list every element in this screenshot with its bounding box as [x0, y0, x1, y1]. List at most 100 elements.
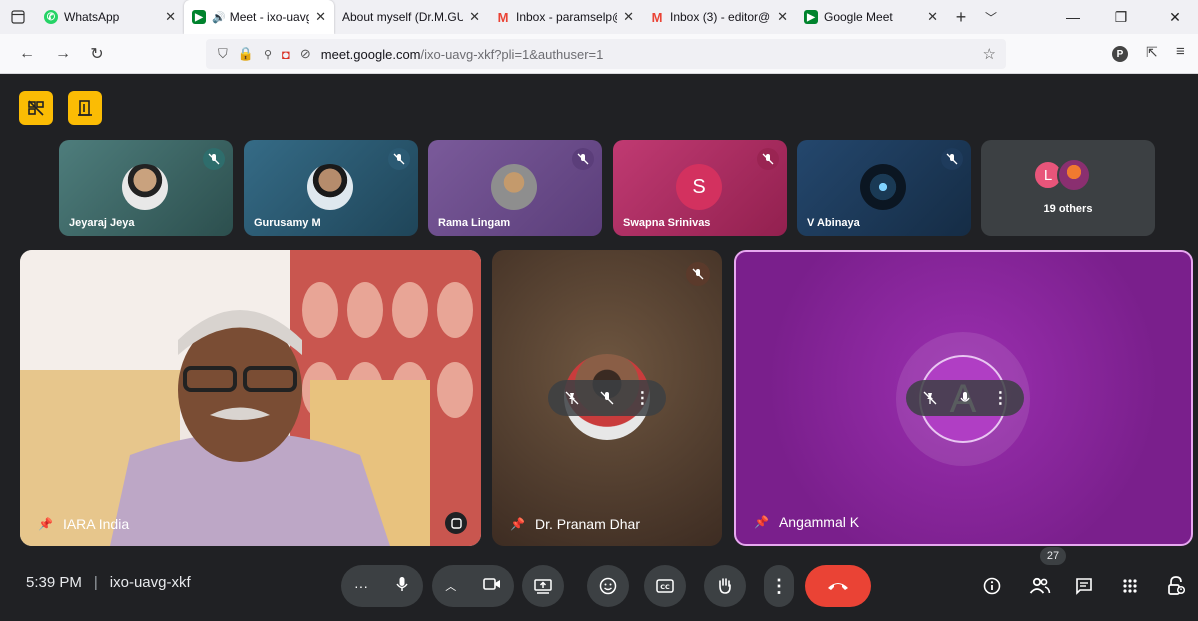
whatsapp-icon: ✆: [44, 10, 58, 24]
hand-icon: [719, 578, 731, 594]
gmail-icon: M: [651, 9, 663, 25]
address-bar[interactable]: ⛉ 🔒 ⚲ ◘ ⊘ meet.google.com/ixo-uavg-xkf?p…: [206, 39, 1006, 69]
pin-icon[interactable]: 📌: [754, 515, 769, 529]
info-icon: [983, 577, 1001, 595]
tab-whatsapp[interactable]: ✆ WhatsApp ✕: [36, 0, 184, 34]
lock-icon[interactable]: 🔒: [238, 46, 254, 62]
meeting-code: ixo-uavg-xkf: [109, 574, 191, 591]
host-controls-button[interactable]: [1160, 570, 1192, 602]
permissions-icon[interactable]: ⚲: [264, 48, 272, 61]
emoji-icon: [599, 577, 617, 595]
close-tab-icon[interactable]: ✕: [777, 9, 788, 25]
fullscreen-icon[interactable]: [445, 512, 467, 534]
tab-about-myself[interactable]: About myself (Dr.M.GUR ✕: [334, 0, 488, 34]
restore-button[interactable]: ❐: [1098, 0, 1144, 34]
shield-icon[interactable]: ⛉: [218, 46, 228, 62]
unpin-icon[interactable]: [917, 385, 943, 411]
mic-off-icon[interactable]: [594, 385, 620, 411]
more-options-button[interactable]: ⋮: [764, 565, 794, 607]
divider: |: [93, 574, 98, 591]
participant-thumbnail[interactable]: Rama Lingam: [428, 140, 602, 236]
close-window-button[interactable]: ✕: [1152, 0, 1198, 34]
tab-inbox-editor[interactable]: M Inbox (3) - editor@i ✕: [642, 0, 796, 34]
door-icon: [78, 100, 92, 116]
new-tab-button[interactable]: +: [946, 7, 976, 28]
participant-name: V Abinaya: [807, 217, 860, 229]
close-tab-icon[interactable]: ✕: [315, 9, 326, 25]
forward-button[interactable]: →: [48, 39, 78, 69]
activities-button[interactable]: [1114, 570, 1146, 602]
participant-name: Swapna Srinivas: [623, 217, 711, 229]
more-options-icon[interactable]: ⋮: [629, 385, 655, 411]
hide-tiles-button[interactable]: [19, 91, 53, 125]
video-tile-angammal-k[interactable]: A ⋮ 📌 Angammal K: [734, 250, 1193, 546]
participant-count-badge: 27: [1040, 547, 1066, 565]
mic-off-icon: [757, 148, 779, 170]
close-tab-icon[interactable]: ✕: [623, 9, 634, 25]
current-time: 5:39 PM: [26, 574, 82, 591]
close-tab-icon[interactable]: ✕: [165, 9, 176, 25]
tile-hover-controls: ⋮: [906, 380, 1024, 416]
unpin-icon[interactable]: [559, 385, 585, 411]
raise-hand-button[interactable]: [704, 565, 746, 607]
meeting-info: 5:39 PM | ixo-uavg-xkf: [26, 574, 191, 591]
tab-inbox-paramselp[interactable]: M Inbox - paramselp@ ✕: [488, 0, 642, 34]
microphone-button[interactable]: [394, 576, 410, 597]
tab-google-meet[interactable]: ▶ Google Meet ✕: [796, 0, 946, 34]
participant-thumbnail[interactable]: Jeyaraj Jeya: [59, 140, 233, 236]
avatar: [307, 164, 353, 210]
browser-nav-bar: ← → ↻ ⛉ 🔒 ⚲ ◘ ⊘ meet.google.com/ixo-uavg…: [0, 34, 1198, 74]
chevron-up-icon[interactable]: ︿: [445, 578, 456, 594]
video-tile-iara-india[interactable]: 📌 IARA India: [20, 250, 481, 546]
close-tab-icon[interactable]: ✕: [927, 9, 938, 25]
mic-off-icon: [941, 148, 963, 170]
tab-list-dropdown-icon[interactable]: ﹀: [976, 9, 1006, 26]
meeting-details-button[interactable]: [976, 570, 1008, 602]
captions-button[interactable]: CC: [644, 565, 686, 607]
emoji-reactions-button[interactable]: [587, 565, 629, 607]
mic-icon[interactable]: [952, 385, 978, 411]
speaker-audio-icon[interactable]: 🔊: [212, 11, 226, 24]
participant-thumbnail[interactable]: S Swapna Srinivas: [613, 140, 787, 236]
back-button[interactable]: ←: [12, 39, 42, 69]
avatar: [491, 164, 537, 210]
reload-button[interactable]: ↻: [82, 39, 112, 69]
audio-options-icon[interactable]: ···: [354, 578, 368, 594]
more-vert-icon: ⋮: [770, 575, 788, 596]
camera-active-icon[interactable]: ◘: [282, 47, 290, 62]
chat-button[interactable]: [1068, 570, 1100, 602]
tab-meet-active[interactable]: ▶ 🔊 Meet - ixo-uavg ✕: [184, 0, 334, 34]
menu-icon[interactable]: ≡: [1176, 43, 1185, 60]
avatar: [122, 164, 168, 210]
pin-icon[interactable]: 📌: [510, 517, 525, 531]
browser-tab-bar: ✆ WhatsApp ✕ ▶ 🔊 Meet - ixo-uavg ✕ About…: [0, 0, 1198, 34]
camera-icon: [482, 577, 500, 590]
meet-main: Jeyaraj Jeya Gurusamy M Rama Lingam S Sw…: [0, 75, 1198, 621]
mic-icon: [396, 576, 408, 591]
more-options-icon[interactable]: ⋮: [987, 385, 1013, 411]
others-thumbnail[interactable]: L 19 others: [981, 140, 1155, 236]
gmail-icon: M: [497, 9, 509, 25]
account-avatar-icon[interactable]: P: [1112, 46, 1128, 62]
leave-room-button[interactable]: [68, 91, 102, 125]
video-tile-pranam-dhar[interactable]: ⋮ 📌 Dr. Pranam Dhar: [492, 250, 722, 546]
share-icon[interactable]: ⇱: [1146, 44, 1158, 61]
participant-thumbnail[interactable]: V Abinaya: [797, 140, 971, 236]
mic-off-icon: [572, 148, 594, 170]
close-tab-icon[interactable]: ✕: [469, 9, 480, 25]
mic-blocked-icon[interactable]: ⊘: [300, 46, 311, 62]
apps-grid-icon: [1123, 579, 1137, 593]
participant-thumbnail[interactable]: Gurusamy M: [244, 140, 418, 236]
people-button[interactable]: [1024, 570, 1056, 602]
leave-call-button[interactable]: [805, 565, 871, 607]
camera-button[interactable]: [482, 577, 501, 596]
tab-list-icon[interactable]: [0, 0, 36, 34]
mic-off-icon: [686, 262, 710, 286]
minimize-button[interactable]: —: [1050, 0, 1096, 34]
mic-off-icon: [203, 148, 225, 170]
bookmark-star-icon[interactable]: ☆: [983, 45, 996, 63]
chat-icon: [1076, 578, 1092, 595]
pin-icon[interactable]: 📌: [38, 517, 53, 531]
present-screen-button[interactable]: [522, 565, 564, 607]
avatar: S: [676, 164, 722, 210]
